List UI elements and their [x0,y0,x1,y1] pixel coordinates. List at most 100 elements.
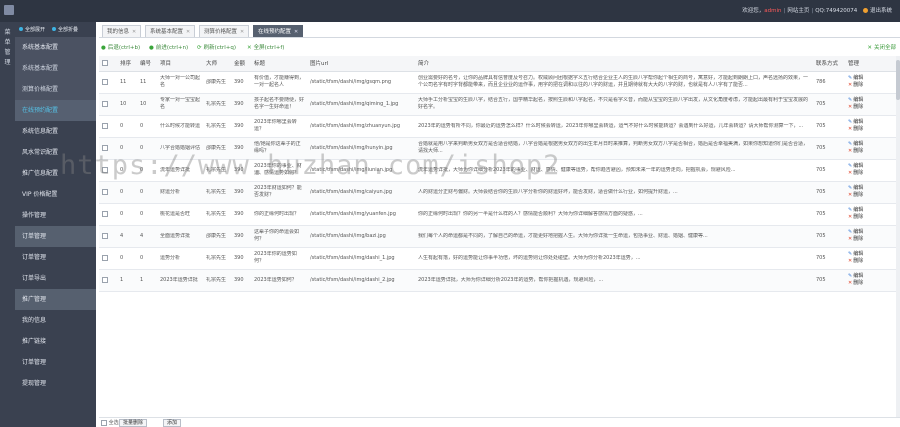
sidebar-item[interactable]: 订单管理 [15,352,96,373]
cell-title: 2023年你哪里会转运？ [251,115,307,138]
sidebar-item[interactable]: 在线预约配置 [15,100,96,121]
tab-system-basic-config[interactable]: 系统基本配置 ✕ [145,25,196,37]
edit-label: 编辑 [853,229,864,235]
edit-link[interactable]: ✎编辑 [848,75,894,82]
tab-price-config[interactable]: 测算价格配置 ✕ [199,25,250,37]
cell-img: /static/tfsm/dashi/img/yuanfen.jpg [307,203,415,226]
edit-label: 编辑 [853,163,864,169]
row-select-cell [99,269,117,292]
delete-link[interactable]: ✕删除 [848,82,894,89]
cell-title: 2023年你的事业、财运、感情运势如何？ [251,159,307,182]
cell-img: /static/tfsm/dashi/img/dashi_2.jpg [307,269,415,292]
sidebar-item[interactable]: 推广链接 [15,331,96,352]
sidebar-item[interactable]: 风水常识配置 [15,142,96,163]
tab-close-icon[interactable]: ✕ [240,29,244,35]
row-checkbox[interactable] [102,144,108,151]
cell-title: 孩子起名不要随便，好名字一生好命运！ [251,93,307,116]
edit-link[interactable]: ✎编辑 [848,251,894,258]
sidebar-item[interactable]: 订单导出 [15,268,96,289]
row-checkbox[interactable] [102,100,108,107]
menu-strip-label[interactable]: 菜单管理 [0,22,15,68]
delete-link[interactable]: ✕删除 [848,236,894,243]
refresh-button[interactable]: ⟳ 刷新(ctrl+q) [197,43,236,51]
sidebar-item[interactable]: 提现管理 [15,373,96,394]
sidebar-item[interactable]: 操作管理 [15,205,96,226]
forward-icon: ● [149,45,154,51]
sidebar-item[interactable]: 系统基本配置 [15,58,96,79]
delete-link[interactable]: ✕删除 [848,126,894,133]
tab-online-booking-config[interactable]: 在线预约配置 ✕ [253,25,304,37]
edit-label: 编辑 [853,97,864,103]
delete-link[interactable]: ✕删除 [848,104,894,111]
sidebar-item[interactable]: 测算价格配置 [15,79,96,100]
row-checkbox[interactable] [102,166,108,173]
cell-text: 人的财运分正财与偏财。大师会结合你的生辰八字分析你的财运好坏，能否发财，适合做什… [418,188,678,195]
delete-link[interactable]: ✕删除 [848,148,894,155]
add-button[interactable]: 添加 [163,419,182,427]
sidebar-item[interactable]: 推广管理 [15,289,96,310]
cell-text: 2023年运势如何？ [254,276,297,283]
edit-link[interactable]: ✎编辑 [848,229,894,236]
row-checkbox[interactable] [102,122,108,129]
sidebar-item[interactable]: 订单管理 [15,247,96,268]
row-checkbox[interactable] [102,254,108,261]
cell-actions: ✎编辑 ✕删除 [845,137,897,160]
scrollbar-thumb[interactable] [896,60,900,100]
sidebar-item[interactable]: VIP 价格配置 [15,184,96,205]
tab-close-icon[interactable]: ✕ [132,29,136,35]
exit-icon [862,7,868,13]
table-row: 0 0 财运分析 礼宗先生 390 2023年财运如何？能否发财？ /static/tfsm… [99,181,897,204]
close-all-button[interactable]: ✕ 关闭全部 [867,43,896,51]
delete-link[interactable]: ✕删除 [848,280,894,287]
cell-text: 邵康先生 [206,78,227,85]
delete-link[interactable]: ✕删除 [848,192,894,199]
delete-link[interactable]: ✕删除 [848,258,894,265]
sidebar-item[interactable]: 推广信息配置 [15,163,96,184]
edit-link[interactable]: ✎编辑 [848,97,894,104]
delete-link[interactable]: ✕删除 [848,170,894,177]
cell-id: 0 [137,159,157,182]
edit-link[interactable]: ✎编辑 [848,119,894,126]
cell-text: 705 [816,188,826,195]
expand-all-button[interactable]: 全部展开 [19,26,45,33]
cell-text: /static/tfsm/dashi/img/qiming_1.jpg [310,100,399,107]
collapse-all-button[interactable]: 全部折叠 [52,26,78,33]
sidebar-item[interactable]: 系统基本配置 [15,37,96,58]
forward-button[interactable]: ● 前进(ctrl+n) [149,43,188,51]
row-checkbox[interactable] [102,210,108,217]
cell-img: /static/tfsm/dashi/img/gsqm.png [307,71,415,94]
edit-link[interactable]: ✎编辑 [848,185,894,192]
site-home-link[interactable]: 网站主页 [787,8,809,14]
tab-my-info[interactable]: 我的信息 ✕ [102,25,142,37]
exit-link[interactable]: 退出系统 [870,8,892,14]
cell-project: 专家一对一宝宝起名 [157,93,203,116]
edit-link[interactable]: ✎编辑 [848,141,894,148]
row-checkbox[interactable] [102,78,108,85]
sidebar-menu: 系统基本配置 系统基本配置 测算价格配置 在线预约配置 系统信息配置 风水常识配置 推广信息… [15,37,96,394]
edit-link[interactable]: ✎编辑 [848,163,894,170]
row-checkbox[interactable] [102,276,108,283]
select-all-control[interactable]: 全选 [101,419,119,426]
row-checkbox[interactable] [102,232,108,239]
cell-img: /static/tfsm/dashi/img/dashi_1.jpg [307,247,415,270]
toolbar: ● 后退(ctrl+b) ● 前进(ctrl+n) ⟳ 刷新(ctrl+q) ✕ 全屏(… [99,41,900,55]
sidebar-item[interactable]: 我的信息 [15,310,96,331]
tab-close-icon[interactable]: ✕ [294,29,298,35]
back-button[interactable]: ● 后退(ctrl+b) [101,43,140,51]
tab-close-icon[interactable]: ✕ [186,29,190,35]
edit-link[interactable]: ✎编辑 [848,207,894,214]
batch-delete-button[interactable]: 批量删除 [119,419,148,427]
sidebar-item[interactable]: 系统信息配置 [15,121,96,142]
cell-contact: 705 [813,203,845,226]
sidebar-item[interactable]: 订单管理 [15,226,96,247]
vertical-scrollbar[interactable] [896,56,900,417]
edit-label: 编辑 [853,251,864,257]
cell-text: 桃花运是否旺 [160,210,191,217]
row-checkbox[interactable] [102,188,108,195]
header-checkbox[interactable] [102,60,108,66]
edit-link[interactable]: ✎编辑 [848,273,894,280]
delete-link[interactable]: ✕删除 [848,214,894,221]
column-header[interactable] [99,56,117,72]
fullscreen-button[interactable]: ✕ 全屏(ctrl+f) [247,43,284,51]
select-all-checkbox[interactable] [101,419,107,426]
